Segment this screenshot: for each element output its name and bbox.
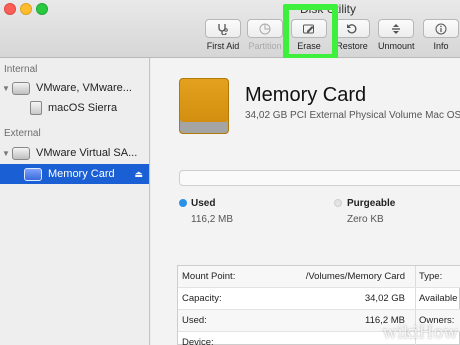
table-row: Capacity: 34,02 GB Available (P [178,288,460,310]
erase-highlight-box [283,4,338,60]
toolbar: Disk Utility First Aid Partition Erase R… [0,0,460,58]
table-row: Mount Point: /Volumes/Memory Card Type: [178,266,460,288]
minimize-window-button[interactable] [20,3,32,15]
sidebar-item-vmware-disk[interactable]: ▼ VMware, VMware... [0,78,149,98]
sidebar: Internal ▼ VMware, VMware... macOS Sierr… [0,58,150,345]
used-label: Used [191,198,216,209]
purgeable-value: Zero KB [347,214,384,225]
pie-chart-icon [247,19,283,38]
sidebar-header-external: External [4,128,41,139]
eject-icon[interactable]: ⏏ [134,169,143,180]
info-button[interactable]: Info [423,19,459,51]
sidebar-item-label: Memory Card [48,168,115,180]
volume-detail-panel: Memory Card 34,02 GB PCI External Physic… [151,58,460,345]
used-color-dot [179,199,187,207]
usage-bar [179,170,460,186]
unmount-button[interactable]: Unmount [378,19,415,51]
partition-button[interactable]: Partition [247,19,283,51]
memory-card-icon [24,167,42,181]
volume-title: Memory Card [245,84,367,106]
disclosure-triangle-icon[interactable]: ▼ [0,84,12,93]
sidebar-item-label: VMware Virtual SA... [36,147,138,159]
first-aid-button[interactable]: First Aid [205,19,241,51]
volume-drive-icon [179,78,229,134]
disclosure-triangle-icon[interactable]: ▼ [0,149,12,158]
zoom-window-button[interactable] [36,3,48,15]
unmount-icon [378,19,415,38]
sidebar-item-label: macOS Sierra [48,102,118,114]
sidebar-item-vmware-virtual[interactable]: ▼ VMware Virtual SA... [0,143,149,163]
close-window-button[interactable] [4,3,16,15]
sidebar-item-memory-card[interactable]: Memory Card ⏏ [0,164,149,184]
restore-icon [334,19,370,38]
sidebar-item-label: VMware, VMware... [36,82,132,94]
volume-icon [30,101,42,115]
wikihow-watermark: wikiHow [382,323,458,343]
sidebar-header-internal: Internal [4,64,38,75]
hard-drive-icon [12,81,30,95]
purgeable-color-dot [334,199,342,207]
info-icon [423,19,459,38]
stethoscope-icon [205,19,241,38]
external-drive-icon [12,146,30,160]
sidebar-item-macos-sierra[interactable]: macOS Sierra [0,98,149,118]
purgeable-label: Purgeable [347,198,396,209]
used-value: 116,2 MB [191,214,234,225]
restore-button[interactable]: Restore [334,19,370,51]
volume-subtitle: 34,02 GB PCI External Physical Volume Ma… [245,110,460,121]
